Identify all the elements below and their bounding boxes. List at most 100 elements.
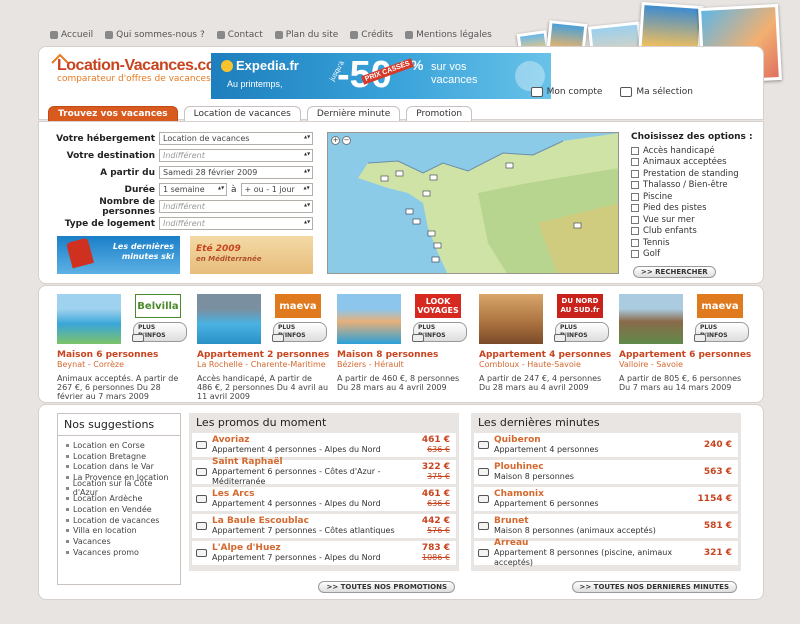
suggestion-link[interactable]: Villa en location (66, 526, 172, 537)
option-item[interactable]: Accès handicapé (631, 145, 761, 157)
promo-mediterranean-banner[interactable]: Eté 2009 en Méditerranée (190, 236, 313, 274)
camera-icon[interactable] (196, 468, 207, 476)
suggestion-link[interactable]: Location Bretagne (66, 451, 172, 462)
option-item[interactable]: Vue sur mer (631, 214, 761, 226)
checkbox[interactable] (631, 227, 639, 236)
suggestion-link[interactable]: Vacances promo (66, 547, 172, 558)
suggestion-link[interactable]: Location en Corse (66, 440, 172, 451)
nav-contact[interactable]: Contact (216, 30, 263, 40)
duration-select[interactable]: 1 semaine (159, 183, 227, 196)
checkbox[interactable] (631, 192, 639, 201)
last-minute-row[interactable]: Chamonix Appartement 6 personnes 1154 € (474, 487, 738, 511)
offer-title[interactable]: Appartement 2 personnes (197, 350, 347, 360)
promo-row[interactable]: Saint Raphaël Appartement 6 personnes - C… (192, 457, 456, 486)
all-last-minute-button[interactable]: >> TOUTES NOS DERNIERES MINUTES (571, 581, 737, 593)
option-item[interactable]: Golf (631, 249, 761, 261)
nav-home[interactable]: Accueil (50, 30, 93, 40)
checkbox[interactable] (631, 146, 639, 155)
camera-icon[interactable] (554, 334, 566, 342)
camera-icon[interactable] (478, 441, 489, 449)
nav-sitemap[interactable]: Plan du site (274, 30, 338, 40)
camera-icon[interactable] (412, 334, 424, 342)
checkbox[interactable] (631, 181, 639, 190)
checkbox[interactable] (631, 215, 639, 224)
tab-find-holidays[interactable]: Trouvez vos vacances (48, 106, 178, 122)
checkbox[interactable] (631, 238, 639, 247)
promo-ski-banner[interactable]: Les dernières minutes ski (57, 236, 180, 274)
last-minute-row[interactable]: Brunet Maison 8 personnes (animaux accept… (474, 514, 738, 538)
tab-rental[interactable]: Location de vacances (183, 106, 301, 122)
nav-legal[interactable]: Mentions légales (405, 30, 492, 40)
promo-row[interactable]: L'Alpe d'Huez Appartement 7 personnes - A… (192, 541, 456, 565)
search-button[interactable]: >> RECHERCHER (633, 266, 716, 278)
offer-title[interactable]: Appartement 4 personnes (479, 350, 629, 360)
last-minute-row[interactable]: Arreau Appartement 8 personnes (piscine, … (474, 538, 738, 567)
offer-photo[interactable] (479, 294, 543, 344)
checkbox[interactable] (631, 204, 639, 213)
nav-about[interactable]: Qui sommes-nous ? (105, 30, 205, 40)
zoom-out-icon[interactable]: − (342, 136, 351, 145)
brand-logo[interactable]: DU NORD AU SUD.fr (557, 294, 603, 318)
option-item[interactable]: Pied des pistes (631, 203, 761, 215)
destination-select[interactable]: Indifférent (159, 149, 313, 162)
brand-logo[interactable]: maeva (697, 294, 743, 318)
france-map[interactable]: + − (327, 132, 619, 274)
from-date-select[interactable]: Samedi 28 février 2009 (159, 166, 313, 179)
nav-credits[interactable]: Crédits (350, 30, 393, 40)
option-item[interactable]: Prestation de standing (631, 168, 761, 180)
offer-title[interactable]: Maison 6 personnes (57, 350, 207, 360)
option-item[interactable]: Animaux acceptées (631, 157, 761, 169)
tab-last-minute[interactable]: Dernière minute (306, 106, 401, 122)
promo-row[interactable]: La Baule Escoublac Appartement 7 personne… (192, 514, 456, 538)
brand-logo[interactable]: Belvilla (135, 294, 181, 318)
camera-icon[interactable] (132, 334, 144, 342)
accommodation-select[interactable]: Location de vacances (159, 132, 313, 145)
duration-tolerance-select[interactable]: + ou - 1 jour (240, 183, 313, 196)
camera-icon[interactable] (478, 495, 489, 503)
offer-photo[interactable] (619, 294, 683, 344)
option-item[interactable]: Tennis (631, 237, 761, 249)
camera-icon[interactable] (694, 334, 706, 342)
suggestion-link[interactable]: Location dans le Var (66, 461, 172, 472)
promo-row[interactable]: Avoriaz Appartement 4 personnes - Alpes d… (192, 433, 456, 457)
offer-photo[interactable] (57, 294, 121, 344)
persons-select[interactable]: Indifférent (159, 200, 313, 213)
camera-icon[interactable] (478, 522, 489, 530)
camera-icon[interactable] (196, 495, 207, 503)
checkbox[interactable] (631, 169, 639, 178)
offer-photo[interactable] (337, 294, 401, 344)
type-select[interactable]: Indifférent (159, 217, 313, 230)
option-item[interactable]: Piscine (631, 191, 761, 203)
tab-promotion[interactable]: Promotion (406, 106, 473, 122)
suggestion-link[interactable]: Location de vacances (66, 515, 172, 526)
suggestion-link[interactable]: Vacances (66, 536, 172, 547)
offer-title[interactable]: Appartement 6 personnes (619, 350, 769, 360)
site-logo[interactable]: Location-Vacances.com comparateur d'offr… (51, 53, 229, 84)
option-item[interactable]: Thalasso / Bien-être (631, 180, 761, 192)
checkbox[interactable] (631, 158, 639, 167)
last-minute-row[interactable]: Quiberon Appartement 4 personnes 240 € (474, 433, 738, 457)
camera-icon[interactable] (478, 468, 489, 476)
camera-icon[interactable] (196, 441, 207, 449)
offer-title[interactable]: Maison 8 personnes (337, 350, 487, 360)
brand-logo[interactable]: LOOK VOYAGES (415, 294, 461, 318)
camera-icon[interactable] (272, 334, 284, 342)
zoom-in-icon[interactable]: + (331, 136, 340, 145)
persons-label: Nombre de personnes (99, 196, 155, 217)
my-account-link[interactable]: Mon compte (530, 87, 602, 97)
promo-row[interactable]: Les Arcs Appartement 4 personnes - Alpes … (192, 487, 456, 511)
suggestion-link[interactable]: Location sur la Côte d'Azur (66, 479, 172, 497)
expedia-banner[interactable]: Expedia.fr Au printemps, jusqu'à -50 % P… (211, 53, 551, 99)
all-promotions-button[interactable]: >> TOUTES NOS PROMOTIONS (318, 581, 455, 593)
brand-logo[interactable]: maeva (275, 294, 321, 318)
camera-icon[interactable] (478, 549, 489, 557)
offer-description: A partir de 247 €, 4 personnes Du 28 mar… (479, 374, 602, 392)
camera-icon[interactable] (196, 549, 207, 557)
last-minute-row[interactable]: Plouhinec Maison 8 personnes 563 € (474, 460, 738, 484)
camera-icon[interactable] (196, 522, 207, 530)
suggestion-link[interactable]: Location en Vendée (66, 504, 172, 515)
offer-photo[interactable] (197, 294, 261, 344)
my-selection-link[interactable]: Ma sélection (620, 87, 693, 97)
option-item[interactable]: Club enfants (631, 226, 761, 238)
checkbox[interactable] (631, 250, 639, 259)
